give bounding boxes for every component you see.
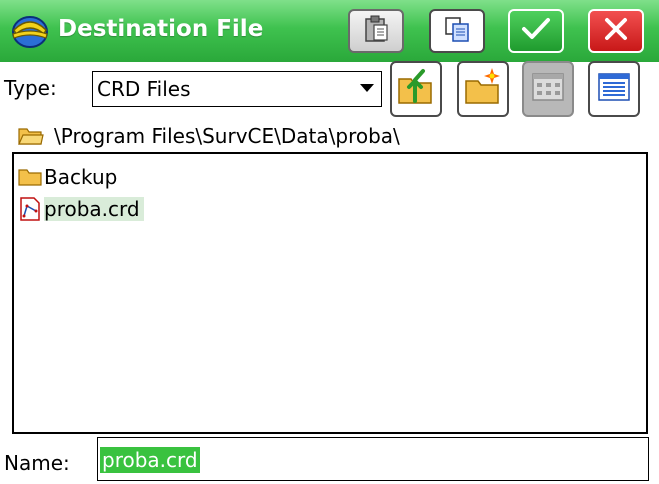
copy-icon	[443, 15, 471, 47]
crd-file-icon	[16, 195, 44, 223]
type-dropdown[interactable]: CRD Files	[92, 71, 382, 107]
icon-view-button[interactable]	[522, 61, 574, 117]
folder-up-button[interactable]	[390, 61, 442, 117]
file-name-input[interactable]: proba.crd	[97, 437, 649, 481]
type-label: Type:	[4, 76, 57, 100]
new-folder-icon	[464, 67, 502, 111]
type-dropdown-value: CRD Files	[97, 77, 191, 101]
list-item-label: Backup	[44, 165, 118, 189]
close-icon	[603, 16, 629, 46]
list-item-label: proba.crd	[44, 197, 144, 221]
path-text: \Program Files\SurvCE\Data\proba\	[54, 124, 400, 148]
chevron-down-icon	[360, 84, 374, 92]
file-list[interactable]: Backup proba.crd	[12, 152, 648, 434]
cancel-button[interactable]	[588, 9, 644, 53]
icon-view-icon	[531, 72, 565, 106]
surveyor-helmet-icon	[10, 12, 50, 50]
current-path: \Program Files\SurvCE\Data\proba\	[0, 122, 659, 150]
ok-button[interactable]	[508, 9, 564, 53]
folder-open-icon	[18, 126, 44, 150]
list-item-backup[interactable]: Backup	[16, 162, 121, 192]
list-view-icon	[597, 72, 631, 106]
checkmark-icon	[521, 16, 551, 46]
paste-button[interactable]	[348, 9, 404, 53]
file-name-value: proba.crd	[100, 447, 200, 473]
folder-icon	[16, 163, 44, 191]
clipboard-paste-icon	[363, 15, 389, 47]
copy-button[interactable]	[429, 9, 485, 53]
list-item-proba-crd[interactable]: proba.crd	[16, 194, 144, 224]
list-view-button[interactable]	[588, 61, 640, 117]
name-label: Name:	[4, 451, 70, 475]
new-folder-button[interactable]	[457, 61, 509, 117]
folder-up-icon	[397, 67, 435, 111]
window-title: Destination File	[58, 16, 264, 42]
title-bar: Destination File	[0, 0, 659, 62]
